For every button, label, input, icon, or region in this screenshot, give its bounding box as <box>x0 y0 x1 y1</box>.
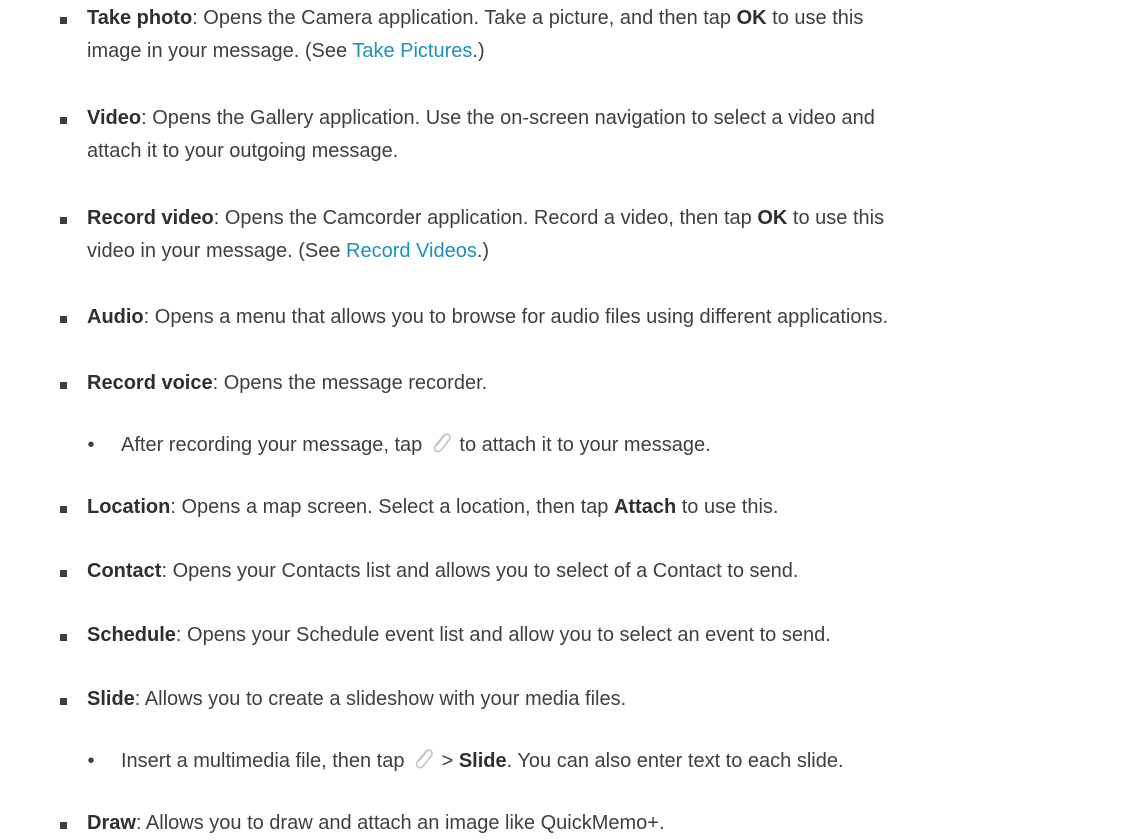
list-item-video: Video: Opens the Gallery application. Us… <box>0 100 1130 170</box>
record-videos-link[interactable]: Record Videos <box>346 240 477 262</box>
round-bullet: • <box>87 434 95 456</box>
sub-list-item-insert-slide: • Insert a multimedia file, then tap > S… <box>0 744 1130 780</box>
item-text: Take photo: Opens the Camera application… <box>87 7 864 62</box>
square-bullet <box>60 117 67 124</box>
item-text: Record voice: Opens the message recorder… <box>87 372 488 394</box>
square-bullet <box>60 822 67 829</box>
list-item-schedule: Schedule: Opens your Schedule event list… <box>0 618 1130 654</box>
paperclip-icon <box>412 746 434 772</box>
item-label: Record voice <box>87 372 213 394</box>
document-page: Take photo: Opens the Camera application… <box>0 0 1130 835</box>
list-item-slide: Slide: Allows you to create a slideshow … <box>0 682 1130 718</box>
square-bullet <box>60 506 67 513</box>
list-item-record-video: Record video: Opens the Camcorder applic… <box>0 200 1130 270</box>
square-bullet <box>60 698 67 705</box>
square-bullet <box>60 570 67 577</box>
list-item-record-voice: Record voice: Opens the message recorder… <box>0 366 1130 402</box>
item-text: Record video: Opens the Camcorder applic… <box>87 207 885 262</box>
item-text: After recording your message, tap to att… <box>121 429 1121 462</box>
list-item-audio: Audio: Opens a menu that allows you to b… <box>0 300 1130 336</box>
item-label: Schedule <box>87 624 176 646</box>
list-item-location: Location: Opens a map screen. Select a l… <box>0 490 1130 526</box>
item-text: Schedule: Opens your Schedule event list… <box>87 624 831 646</box>
round-bullet: • <box>87 750 95 772</box>
item-text: Slide: Allows you to create a slideshow … <box>87 688 627 710</box>
list-item-draw: Draw: Allows you to draw and attach an i… <box>0 806 1130 835</box>
item-text: Draw: Allows you to draw and attach an i… <box>87 812 665 834</box>
item-label: Location <box>87 496 171 518</box>
item-label: Record video <box>87 207 214 229</box>
square-bullet <box>60 17 67 24</box>
square-bullet <box>60 634 67 641</box>
item-text: Location: Opens a map screen. Select a l… <box>87 496 779 518</box>
list-item-take-photo: Take photo: Opens the Camera application… <box>0 0 1130 70</box>
square-bullet <box>60 382 67 389</box>
item-text: Audio: Opens a menu that allows you to b… <box>87 306 889 328</box>
item-label: Draw <box>87 812 136 834</box>
item-text: Insert a multimedia file, then tap > Sli… <box>121 745 1121 778</box>
paperclip-icon <box>430 430 452 456</box>
list-item-contact: Contact: Opens your Contacts list and al… <box>0 554 1130 590</box>
square-bullet <box>60 316 67 323</box>
take-pictures-link[interactable]: Take Pictures <box>352 40 472 62</box>
item-label: Take photo <box>87 7 193 29</box>
item-label: Contact <box>87 560 162 582</box>
item-label: Slide <box>87 688 135 710</box>
item-text: Video: Opens the Gallery application. Us… <box>87 107 875 162</box>
item-label: Video <box>87 107 142 129</box>
square-bullet <box>60 217 67 224</box>
item-label: Audio <box>87 306 144 328</box>
sub-list-item-attach-recording: • After recording your message, tap to a… <box>0 428 1130 464</box>
item-text: Contact: Opens your Contacts list and al… <box>87 560 799 582</box>
